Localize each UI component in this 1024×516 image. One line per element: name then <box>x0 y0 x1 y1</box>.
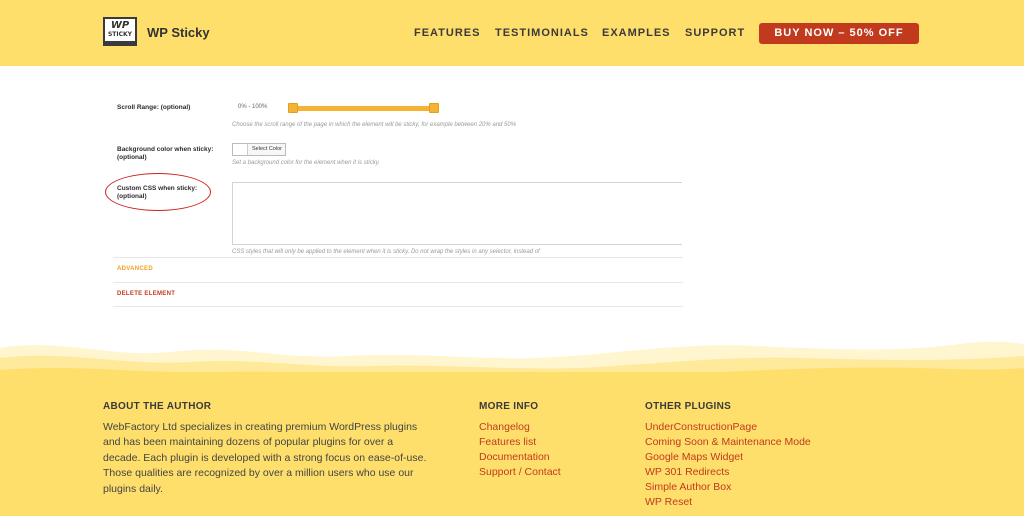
nav-support[interactable]: SUPPORT <box>685 27 745 39</box>
nav-testimonials[interactable]: TESTIMONIALS <box>495 27 589 39</box>
plugin-link-wp-reset[interactable]: WP Reset <box>645 495 692 510</box>
plugin-link-google-maps-widget[interactable]: Google Maps Widget <box>645 450 743 465</box>
logo-text-sticky: STICKY <box>107 31 133 38</box>
about-line: Those qualities are recognized by over a… <box>103 467 414 480</box>
scroll-range-label: Scroll Range: (optional) <box>117 104 191 111</box>
divider <box>113 282 683 283</box>
about-line: WebFactory Ltd specializes in creating p… <box>103 421 418 433</box>
changelog-link[interactable]: Changelog <box>479 420 530 435</box>
select-color-button[interactable]: Select Color <box>232 143 286 156</box>
delete-element-link[interactable]: DELETE ELEMENT <box>117 291 175 297</box>
plugin-link-underconstructionpage[interactable]: UnderConstructionPage <box>645 420 757 435</box>
documentation-link[interactable]: Documentation <box>479 450 550 465</box>
nav-examples[interactable]: EXAMPLES <box>602 27 671 39</box>
about-text: WebFactory Ltd specializes in creating p… <box>103 420 473 497</box>
plugin-link-simple-author-box[interactable]: Simple Author Box <box>645 480 731 495</box>
slider-handle-end[interactable] <box>429 103 439 113</box>
background-color-hint: Set a background color for the element w… <box>232 160 380 166</box>
annotation-circle <box>105 173 211 211</box>
nav-features[interactable]: FEATURES <box>414 27 480 39</box>
plugin-link-coming-soon[interactable]: Coming Soon & Maintenance Mode <box>645 435 811 450</box>
select-color-label: Select Color <box>252 146 282 152</box>
about-line: decade. Each plugin is developed with a … <box>103 451 427 464</box>
other-plugins-heading: OTHER PLUGINS <box>645 401 732 412</box>
slider-handle-start[interactable] <box>288 103 298 113</box>
site-footer: ABOUT THE AUTHOR WebFactory Ltd speciali… <box>0 372 1024 516</box>
scroll-range-hint: Choose the scroll range of the page in w… <box>232 122 517 128</box>
custom-css-textarea[interactable] <box>232 182 682 245</box>
buy-now-button[interactable]: BUY NOW – 50% OFF <box>759 23 919 44</box>
site-header: WP STICKY WP Sticky FEATURES TESTIMONIAL… <box>0 0 1024 66</box>
wp-sticky-logo[interactable]: WP STICKY <box>103 17 137 46</box>
support-contact-link[interactable]: Support / Contact <box>479 465 561 480</box>
features-list-link[interactable]: Features list <box>479 435 536 450</box>
about-heading: ABOUT THE AUTHOR <box>103 401 212 412</box>
about-line: plugins daily. <box>103 482 163 495</box>
custom-css-hint: CSS styles that will only be applied to … <box>232 249 540 255</box>
scroll-range-value: 0% - 100% <box>238 104 268 110</box>
logo-text-wp: WP <box>110 20 130 31</box>
divider <box>113 257 683 258</box>
about-line: and has been maintaining dozens of popul… <box>103 436 394 449</box>
background-color-label: Background color when sticky: (optional) <box>117 146 214 161</box>
color-swatch <box>233 144 248 155</box>
advanced-toggle[interactable]: ADVANCED <box>117 266 153 272</box>
divider <box>113 306 683 307</box>
scroll-range-slider[interactable] <box>292 106 434 111</box>
brand-name[interactable]: WP Sticky <box>147 25 210 40</box>
more-info-heading: MORE INFO <box>479 401 539 412</box>
plugin-link-wp-301-redirects[interactable]: WP 301 Redirects <box>645 465 729 480</box>
